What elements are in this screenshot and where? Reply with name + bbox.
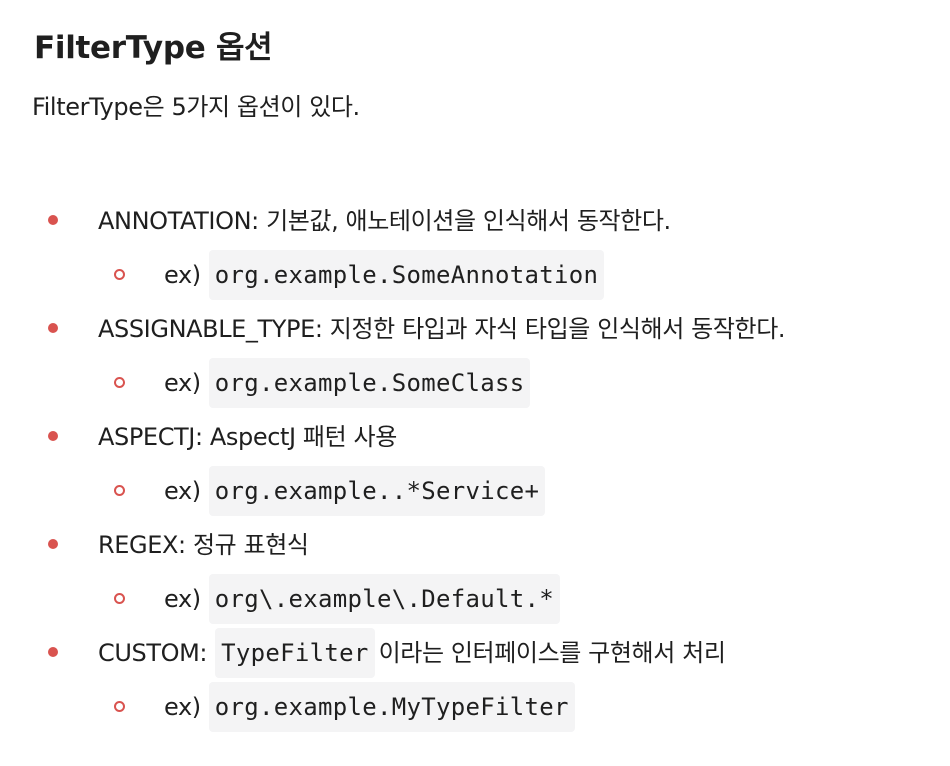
- bullet-disc-icon: [48, 539, 58, 549]
- example-code: org.example.SomeClass: [208, 358, 531, 408]
- option-description: REGEX: 정규 표현식: [98, 531, 309, 559]
- bullet-disc-icon: [48, 323, 58, 333]
- option-example-list: ex) org.example.SomeClass: [98, 356, 920, 410]
- option-example-list: ex) org.example.SomeAnnotation: [98, 248, 920, 302]
- option-item-aspectj: ASPECTJ: AspectJ 패턴 사용 ex) org.example..…: [32, 410, 920, 518]
- example-prefix: ex): [164, 477, 201, 505]
- option-example: ex) org.example.SomeClass: [98, 356, 920, 410]
- example-code: org.example.MyTypeFilter: [208, 682, 575, 732]
- bullet-disc-icon: [48, 215, 58, 225]
- example-prefix: ex): [164, 693, 201, 721]
- option-example-list: ex) org.example.MyTypeFilter: [98, 680, 920, 734]
- bullet-circle-icon: [114, 377, 125, 388]
- intro-text: FilterType은 5가지 옵션이 있다.: [32, 93, 360, 121]
- bullet-circle-icon: [114, 701, 125, 712]
- example-code: org.example.SomeAnnotation: [208, 250, 605, 300]
- page-title: FilterType 옵션: [34, 30, 273, 66]
- option-example-list: ex) org\.example\.Default.*: [98, 572, 920, 626]
- filter-type-option-list: ANNOTATION: 기본값, 애노테이션을 인식해서 동작한다. ex) o…: [32, 194, 920, 734]
- option-example: ex) org\.example\.Default.*: [98, 572, 920, 626]
- option-example-list: ex) org.example..*Service+: [98, 464, 920, 518]
- example-prefix: ex): [164, 585, 201, 613]
- option-item-custom: CUSTOM: TypeFilter 이라는 인터페이스를 구현해서 처리 ex…: [32, 626, 920, 734]
- option-description: ASSIGNABLE_TYPE: 지정한 타입과 자식 타입을 인식해서 동작한…: [98, 315, 786, 343]
- example-prefix: ex): [164, 261, 201, 289]
- option-example: ex) org.example.SomeAnnotation: [98, 248, 920, 302]
- option-description-suffix: 이라는 인터페이스를 구현해서 처리: [378, 639, 726, 667]
- example-code: org.example..*Service+: [208, 466, 546, 516]
- inline-code: TypeFilter: [215, 628, 375, 678]
- option-item-regex: REGEX: 정규 표현식 ex) org\.example\.Default.…: [32, 518, 920, 626]
- option-description: CUSTOM: TypeFilter 이라는 인터페이스를 구현해서 처리: [98, 626, 920, 680]
- option-item-annotation: ANNOTATION: 기본값, 애노테이션을 인식해서 동작한다. ex) o…: [32, 194, 920, 302]
- option-item-assignable-type: ASSIGNABLE_TYPE: 지정한 타입과 자식 타입을 인식해서 동작한…: [32, 302, 920, 410]
- example-code: org\.example\.Default.*: [208, 574, 560, 624]
- option-description: ASPECTJ: AspectJ 패턴 사용: [98, 423, 397, 451]
- bullet-disc-icon: [48, 647, 58, 657]
- option-example: ex) org.example.MyTypeFilter: [98, 680, 920, 734]
- option-description: ANNOTATION: 기본값, 애노테이션을 인식해서 동작한다.: [98, 207, 671, 235]
- option-example: ex) org.example..*Service+: [98, 464, 920, 518]
- example-prefix: ex): [164, 369, 201, 397]
- bullet-circle-icon: [114, 485, 125, 496]
- option-description-prefix: CUSTOM:: [98, 639, 208, 667]
- bullet-circle-icon: [114, 593, 125, 604]
- bullet-disc-icon: [48, 431, 58, 441]
- bullet-circle-icon: [114, 269, 125, 280]
